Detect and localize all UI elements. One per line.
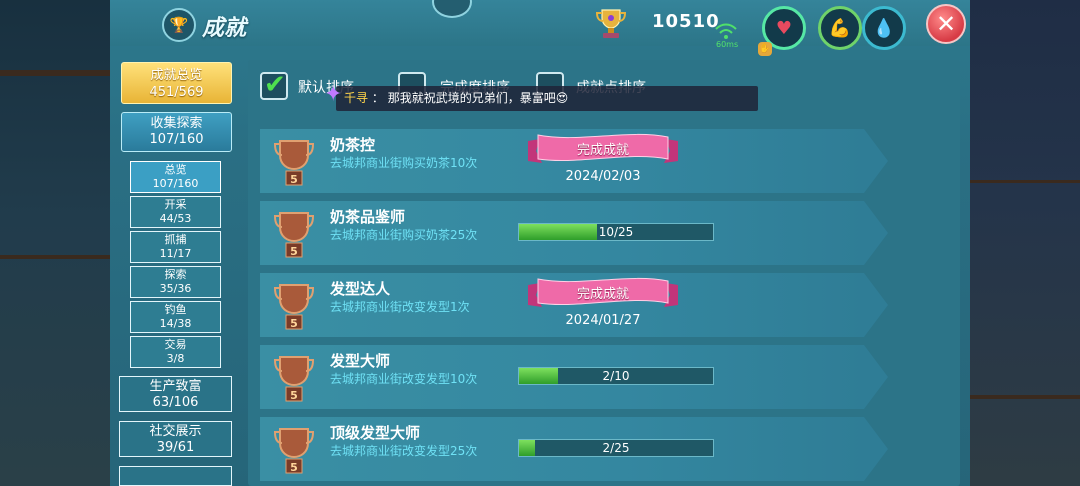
wifi-icon xyxy=(715,23,737,39)
sidebar-social-button[interactable]: 社交展示 39/61 xyxy=(119,421,232,457)
sub-label: 开采 xyxy=(164,198,187,211)
sub-label: 交易 xyxy=(164,338,187,351)
trophy-badge-icon: 🏆 xyxy=(162,8,196,42)
achievement-row[interactable]: 5 顶级发型大师 去城邦商业街改变发型25次 2/25 xyxy=(260,417,888,481)
sidebar-overview-value: 451/569 xyxy=(149,85,204,100)
achievement-desc: 去城邦商业街改变发型10次 xyxy=(330,372,478,386)
sort-default-checkbox[interactable] xyxy=(260,70,288,100)
sub-label: 探索 xyxy=(164,268,187,281)
progress-bar: 2/10 xyxy=(518,367,714,385)
medal-icon: 5 xyxy=(274,212,314,258)
svg-text:5: 5 xyxy=(290,389,298,402)
achievement-name: 发型达人 xyxy=(330,280,391,298)
sidebar-sub-explore[interactable]: 探索 35/36 xyxy=(130,266,221,298)
sidebar-sub-fishing[interactable]: 钓鱼 14/38 xyxy=(130,301,221,333)
sidebar-collect-button[interactable]: 收集探索 107/160 xyxy=(121,112,232,152)
chat-message: 那我就祝武境的兄弟们，暴富吧😍 xyxy=(387,91,569,105)
sidebar-collect-label: 收集探索 xyxy=(150,116,203,131)
trophy-icon xyxy=(595,9,627,38)
medal-icon: 5 xyxy=(274,140,314,186)
sidebar-overview-label: 成就总览 xyxy=(150,68,203,83)
star-icon: ✦ xyxy=(324,82,343,107)
sub-value: 44/53 xyxy=(159,212,192,225)
chat-separator: ： xyxy=(371,91,384,105)
close-button[interactable]: ✕ xyxy=(926,4,966,44)
cat-label: 社交展示 xyxy=(149,424,202,439)
status-label: 完成成就 xyxy=(576,287,629,302)
achievement-desc: 去城邦商业街改变发型1次 xyxy=(330,300,470,314)
sidebar-sub-capture[interactable]: 抓捕 11/17 xyxy=(130,231,221,263)
achievement-row[interactable]: 5 奶茶控 去城邦商业街购买奶茶10次 完成成就 2024/02/03 xyxy=(260,129,888,193)
sidebar-sub-trade[interactable]: 交易 3/8 xyxy=(130,336,221,368)
sub-value: 11/17 xyxy=(159,247,192,260)
background-left xyxy=(0,0,110,486)
sidebar-sub-overview[interactable]: 总览 107/160 xyxy=(130,161,221,193)
achievement-score: 10510 xyxy=(652,11,720,32)
achievement-row[interactable]: 5 发型大师 去城邦商业街改变发型10次 2/10 xyxy=(260,345,888,409)
sub-value: 3/8 xyxy=(166,352,185,365)
achievement-name: 发型大师 xyxy=(330,352,391,370)
medal-icon: 5 xyxy=(274,428,314,474)
cat-value: 39/61 xyxy=(156,440,195,455)
sub-value: 107/160 xyxy=(152,177,199,190)
sidebar-collect-value: 107/160 xyxy=(149,132,204,147)
achievement-window: 🏆 成就 10510 60ms ♥ ✋ 💪 💧 ✕ 成就总览 451/569 收… xyxy=(110,0,970,486)
sub-value: 35/36 xyxy=(159,282,192,295)
progress-bar: 2/25 xyxy=(518,439,714,457)
progress-text: 10/25 xyxy=(598,225,634,239)
completion-date: 2024/02/03 xyxy=(565,169,641,184)
svg-text:5: 5 xyxy=(290,461,298,474)
hand-icon: ✋ xyxy=(758,42,772,56)
svg-text:5: 5 xyxy=(290,317,298,330)
svg-text:5: 5 xyxy=(290,173,298,186)
sidebar-production-button[interactable]: 生产致富 63/106 xyxy=(119,376,232,412)
svg-text:5: 5 xyxy=(290,245,298,258)
achievement-desc: 去城邦商业街购买奶茶25次 xyxy=(330,228,478,242)
completion-date: 2024/01/27 xyxy=(565,313,641,328)
achievement-row[interactable]: 5 发型达人 去城邦商业街改变发型1次 完成成就 2024/01/27 xyxy=(260,273,888,337)
sub-label: 钓鱼 xyxy=(164,303,187,316)
sidebar-more-button[interactable] xyxy=(119,466,232,486)
achievement-desc: 去城邦商业街改变发型25次 xyxy=(330,444,478,458)
sidebar-overview-button[interactable]: 成就总览 451/569 xyxy=(121,62,232,104)
chat-sender: 千寻 xyxy=(344,91,369,105)
medal-icon: 5 xyxy=(274,356,314,402)
achievement-desc: 去城邦商业街购买奶茶10次 xyxy=(330,156,478,170)
sub-label: 抓捕 xyxy=(164,233,187,246)
achievement-name: 顶级发型大师 xyxy=(330,424,421,442)
sub-label: 总览 xyxy=(164,163,187,176)
page-title: 成就 xyxy=(202,16,247,41)
progress-text: 2/25 xyxy=(602,441,630,455)
chat-broadcast: ✦ 千寻 ： 那我就祝武境的兄弟们，暴富吧😍 xyxy=(324,82,758,111)
status-label: 完成成就 xyxy=(576,143,629,158)
sub-value: 14/38 xyxy=(159,317,192,330)
achievement-name: 奶茶品鉴师 xyxy=(330,208,406,226)
background-right xyxy=(970,0,1080,486)
drop-icon[interactable]: 💧 xyxy=(862,6,906,50)
achievement-name: 奶茶控 xyxy=(330,136,376,154)
arm-icon[interactable]: 💪 xyxy=(818,6,862,50)
medal-icon: 5 xyxy=(274,284,314,330)
achievement-row[interactable]: 5 奶茶品鉴师 去城邦商业街购买奶茶25次 10/25 xyxy=(260,201,888,265)
sidebar-sub-mining[interactable]: 开采 44/53 xyxy=(130,196,221,228)
cat-label: 生产致富 xyxy=(149,379,202,394)
progress-bar: 10/25 xyxy=(518,223,714,241)
progress-text: 2/10 xyxy=(602,369,630,383)
cat-value: 63/106 xyxy=(152,395,199,410)
ping-text: 60ms xyxy=(716,40,739,49)
